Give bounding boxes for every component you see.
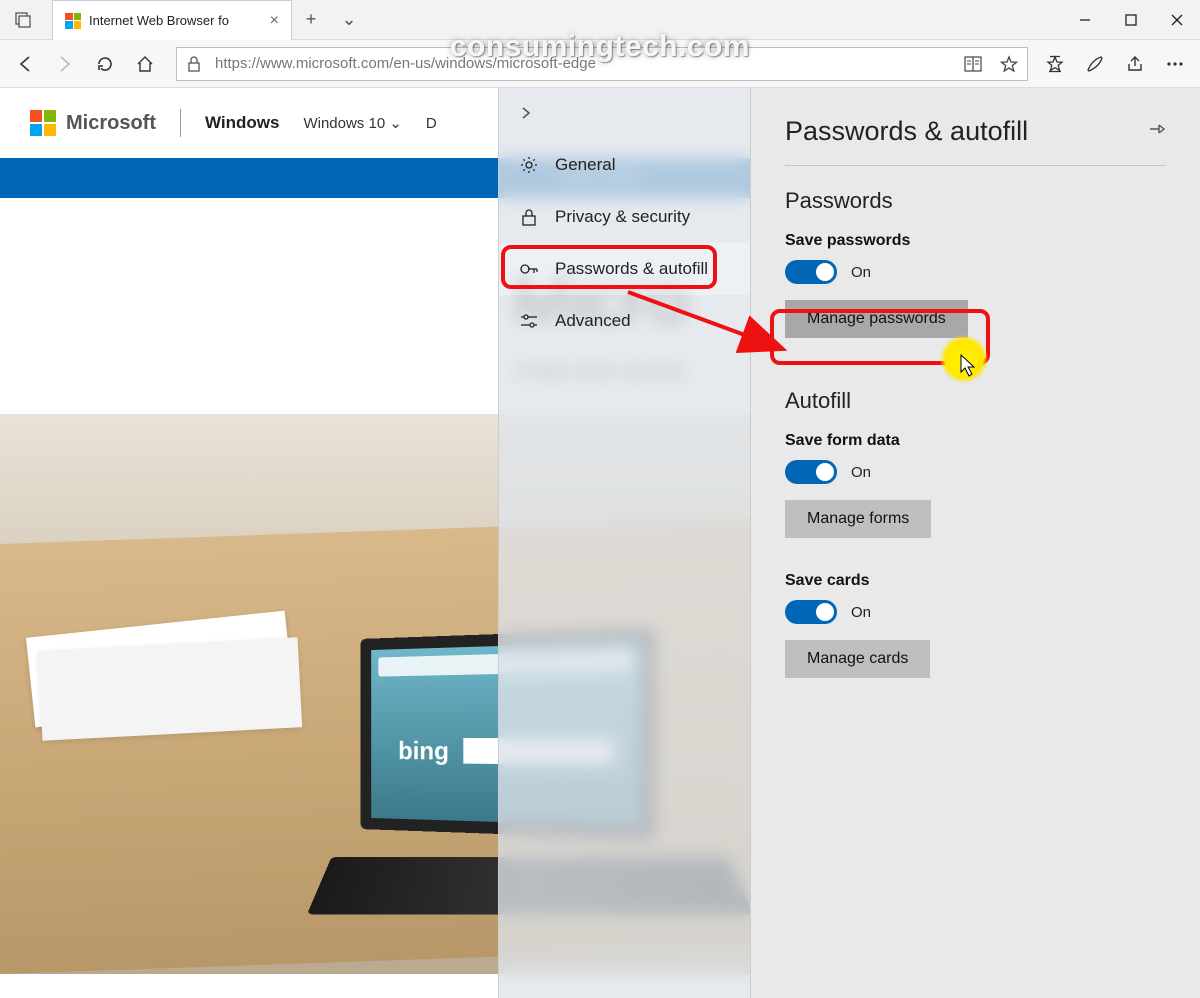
nav-back-button[interactable] [6,45,44,83]
nav-home-button[interactable] [126,45,164,83]
settings-nav-label: General [555,155,615,175]
share-button[interactable] [1116,45,1154,83]
manage-passwords-button[interactable]: Manage passwords [785,300,968,338]
nav-forward-button[interactable] [46,45,84,83]
nav-refresh-button[interactable] [86,45,124,83]
settings-panel: Passwords & autofill Passwords Save pass… [750,88,1200,998]
settings-nav-label: Privacy & security [555,207,690,227]
settings-panel-title: Passwords & autofill [785,116,1166,147]
settings-nav-advanced[interactable]: Advanced [499,295,750,347]
site-nav-devices[interactable]: D [426,115,437,132]
url-bar[interactable]: https://www.microsoft.com/en-us/windows/… [176,47,1028,81]
lock-icon [519,208,539,226]
manage-cards-button[interactable]: Manage cards [785,640,930,678]
chevron-down-icon: ⌄ [389,115,402,132]
navbar: https://www.microsoft.com/en-us/windows/… [0,40,1200,88]
tab-close-button[interactable]: × [270,12,279,30]
bing-logo: bing [398,736,449,766]
section-passwords: Passwords [785,188,1166,214]
settings-nav-privacy[interactable]: Privacy & security [499,191,750,243]
url-text: https://www.microsoft.com/en-us/windows/… [211,55,955,72]
microsoft-logo-icon [30,110,56,136]
save-passwords-label: Save passwords [785,232,1166,250]
microsoft-logo[interactable]: Microsoft [30,110,156,136]
section-autofill: Autofill [785,388,1166,414]
gear-icon [519,156,539,174]
toggle-state: On [851,264,871,281]
tab-actions-button[interactable] [0,0,46,39]
favorite-button[interactable] [991,55,1027,73]
window-minimize-button[interactable] [1062,0,1108,39]
manage-forms-button[interactable]: Manage forms [785,500,931,538]
microsoft-wordmark: Microsoft [66,112,156,135]
site-nav-windows10[interactable]: Windows 10 ⌄ [303,114,401,132]
save-cards-toggle[interactable] [785,600,837,624]
notes-button[interactable] [1076,45,1114,83]
more-button[interactable] [1156,45,1194,83]
settings-sidebar: General Privacy & security Passwords & a… [498,88,750,998]
settings-nav-label: Advanced [555,311,631,331]
settings-nav-general[interactable]: General [499,139,750,191]
divider [180,109,181,137]
titlebar: Internet Web Browser fo × + ⌄ [0,0,1200,40]
save-form-toggle[interactable] [785,460,837,484]
reading-view-button[interactable] [955,56,991,72]
sliders-icon [519,313,539,329]
window-maximize-button[interactable] [1108,0,1154,39]
settings-back-button[interactable] [499,88,750,139]
settings-nav-label: Passwords & autofill [555,259,708,279]
tab-title: Internet Web Browser fo [89,13,262,28]
settings-nav-passwords[interactable]: Passwords & autofill [499,243,750,295]
site-section-windows[interactable]: Windows [205,113,279,133]
browser-tab[interactable]: Internet Web Browser fo × [52,0,292,40]
pin-button[interactable] [1148,121,1166,142]
key-icon [519,260,539,278]
toggle-state: On [851,464,871,481]
lock-icon [177,56,211,72]
save-form-label: Save form data [785,432,1166,450]
tab-dropdown-button[interactable]: ⌄ [330,0,368,39]
new-tab-button[interactable]: + [292,0,330,39]
toggle-state: On [851,604,871,621]
window-close-button[interactable] [1154,0,1200,39]
favorites-hub-button[interactable] [1036,45,1074,83]
page-content: Microsoft Windows Windows 10 ⌄ D Shop Wi… [0,88,1200,998]
save-cards-label: Save cards [785,572,1166,590]
edge-favicon-icon [65,13,81,29]
save-passwords-toggle[interactable] [785,260,837,284]
